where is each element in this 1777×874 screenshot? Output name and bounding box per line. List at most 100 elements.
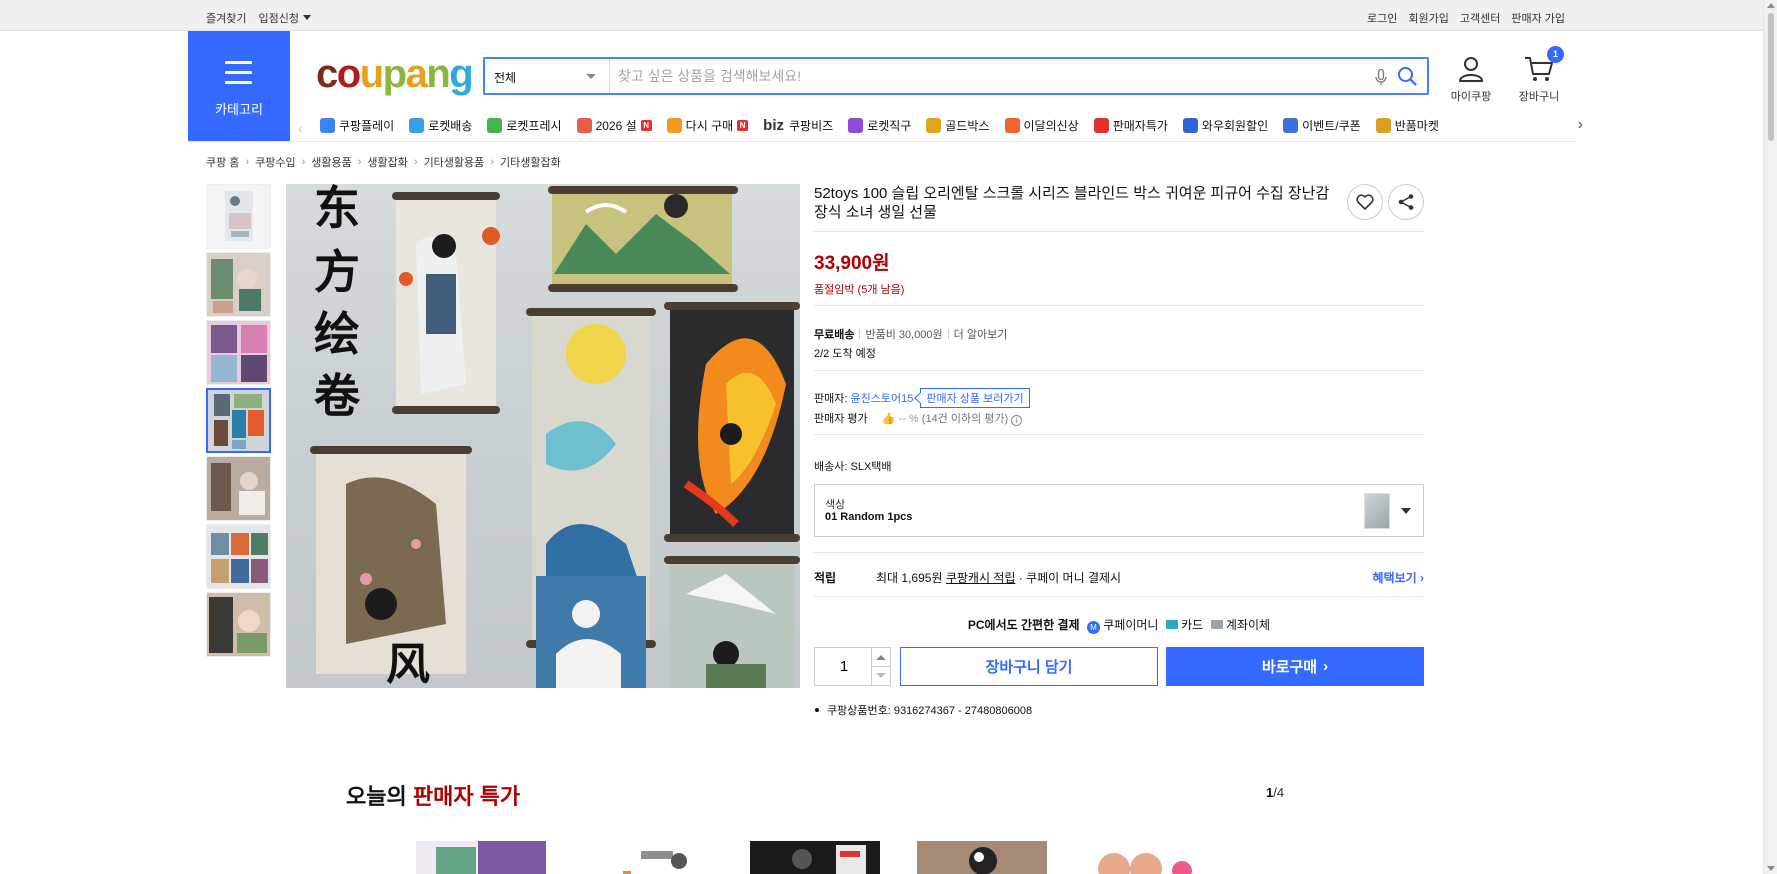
product-thumbnail[interactable] <box>206 252 271 317</box>
user-icon <box>1459 57 1483 82</box>
cart-button[interactable]: 1 장바구니 <box>1515 46 1564 104</box>
quantity-decrease-icon[interactable] <box>876 673 886 678</box>
price-divider <box>814 305 1424 306</box>
mycoupang-button[interactable]: 마이쿠팡 <box>1449 55 1493 104</box>
page-scrollbar[interactable] <box>1763 0 1777 874</box>
deals-pager: 1/4 <box>1266 785 1284 800</box>
quick-menu-nav: ‹ 쿠팡플레이 로켓배송 로켓프레시 2026 설 N 다시 구매 N biz 쿠팡비즈 로켓직구… <box>295 114 1583 138</box>
product-main-image[interactable]: 东 方 绘 卷 风 <box>286 184 800 688</box>
product-thumbnail[interactable] <box>206 592 271 657</box>
breadcrumb-item[interactable]: 생활잡화 <box>367 154 407 170</box>
coupang-cash-link[interactable]: 쿠팡캐시 적립 <box>946 571 1016 585</box>
nav-item[interactable]: 로켓프레시 <box>487 117 562 134</box>
search-input[interactable] <box>618 59 1318 93</box>
benefit-link[interactable]: 혜택보기 › <box>1372 569 1424 586</box>
svg-text:卷: 卷 <box>314 369 361 423</box>
breadcrumb-item[interactable]: 생활용품 <box>311 154 351 170</box>
breadcrumb-item[interactable]: 기타생활용품 <box>424 154 485 170</box>
seller-signup-link[interactable]: 판매자 가입 <box>1511 10 1565 26</box>
nav-item-label: 반품마켓 <box>1394 119 1439 133</box>
product-thumbnail[interactable] <box>206 184 271 249</box>
breadcrumb: 쿠팡 홈 › 쿠팡수입 › 생활용품 › 생활잡화 › 기타생활용품 › 기타생활잡화 <box>206 154 561 170</box>
quantity-stepper <box>814 647 891 686</box>
nav-item[interactable]: 판매자특가 <box>1093 117 1168 134</box>
login-link[interactable]: 로그인 <box>1367 10 1397 26</box>
seller-products-button[interactable]: 판매자 상품 보러가기 <box>920 388 1030 408</box>
nav-item[interactable]: 이벤트/쿠폰 <box>1283 117 1361 134</box>
breadcrumb-item-home[interactable]: 쿠팡 홈 <box>206 154 239 170</box>
nav-item[interactable]: 이달의신상 <box>1004 117 1079 134</box>
chevron-left-icon[interactable]: ‹ <box>298 120 303 136</box>
nav-item[interactable]: 골드박스 <box>926 117 990 134</box>
nav-item[interactable]: 로켓직구 <box>848 117 911 134</box>
search-icon[interactable] <box>1397 66 1417 86</box>
seller-rating-row: 판매자 평가 👍 -- % (14건 이하의 평가) i <box>814 410 1023 426</box>
customer-center-link[interactable]: 고객센터 <box>1460 10 1500 26</box>
scroll-down-arrow-icon[interactable] <box>1767 866 1775 871</box>
buy-now-button[interactable]: 바로구매 › <box>1166 647 1424 686</box>
quantity-input[interactable] <box>815 648 873 685</box>
seller-name-link[interactable]: 윤진스토어15 <box>850 393 913 405</box>
bookmark-link[interactable]: 즐겨찾기 <box>206 10 246 26</box>
quantity-increase-icon[interactable] <box>876 655 886 660</box>
arrival-date: 2/2 도착 예정 <box>814 348 876 360</box>
product-thumbnail[interactable] <box>206 456 271 521</box>
breadcrumb-item[interactable]: 기타생활잡화 <box>500 154 561 170</box>
seller-row: 판매자: 윤진스토어15 판매자 상품 보러가기 <box>814 388 1030 408</box>
option-value: 01 Random 1pcs <box>825 511 913 523</box>
heart-icon <box>1356 194 1374 210</box>
add-to-cart-button[interactable]: 장바구니 담기 <box>900 647 1158 686</box>
chevron-right-icon: › <box>413 156 418 168</box>
search-scope-select[interactable]: 전체 <box>485 59 610 93</box>
product-thumbnail-selected[interactable] <box>206 388 271 453</box>
deal-item[interactable] <box>583 841 713 874</box>
option-select[interactable]: 색상 01 Random 1pcs <box>814 484 1424 537</box>
chevron-right-icon[interactable]: › <box>1578 116 1583 134</box>
signup-link[interactable]: 회원가입 <box>1408 10 1448 26</box>
info-icon[interactable]: i <box>1011 415 1023 426</box>
deal-item[interactable] <box>1084 841 1214 874</box>
scroll-up-arrow-icon[interactable] <box>1767 3 1775 8</box>
nav-item[interactable]: 로켓배송 <box>409 117 472 134</box>
return-market-icon <box>1375 118 1391 133</box>
nav-item-label: 로켓배송 <box>428 119 473 133</box>
product-thumbnail[interactable] <box>206 320 271 385</box>
payment-row: PC에서도 간편한 결제 M 쿠페이머니 카드 계좌이체 <box>814 616 1424 634</box>
wow-icon <box>1182 118 1198 133</box>
seller-apply-dropdown[interactable]: 입점신청 <box>258 10 311 26</box>
nav-item[interactable]: 쿠팡플레이 <box>320 117 394 134</box>
return-fee: 반품비 30,000원 <box>865 329 943 341</box>
product-thumbnail[interactable] <box>206 524 271 589</box>
deal-item[interactable] <box>416 841 546 874</box>
wishlist-button[interactable] <box>1347 184 1383 220</box>
reorder-icon <box>666 118 682 133</box>
carrier-row: 배송사: SLX택배 <box>814 458 892 474</box>
deal-item[interactable] <box>917 841 1047 874</box>
nav-item[interactable]: 반품마켓 <box>1375 117 1439 134</box>
product-title: 52toys 100 슬립 오리엔탈 스크롤 시리즈 블라인드 박스 귀여운 피… <box>814 185 1330 221</box>
pager-total: /4 <box>1273 785 1285 800</box>
chevron-right-icon: › <box>301 156 306 168</box>
rocket-icon <box>409 118 425 133</box>
chevron-right-icon: › <box>490 156 494 168</box>
deal-item[interactable] <box>750 841 880 874</box>
option-divider <box>814 552 1424 553</box>
reward-divider <box>814 596 1424 597</box>
nav-item[interactable]: biz 쿠팡비즈 <box>763 117 833 134</box>
scrollbar-thumb[interactable] <box>1767 12 1775 142</box>
category-menu-button[interactable]: 카테고리 <box>188 31 290 142</box>
gift-icon <box>576 118 592 133</box>
microphone-icon[interactable] <box>1375 69 1387 86</box>
learn-more-link[interactable]: 더 알아보기 <box>954 329 1008 341</box>
payment-method-bank: 계좌이체 <box>1225 618 1271 632</box>
nav-item[interactable]: 와우회원할인 <box>1182 117 1268 134</box>
carrier-label: 배송사: <box>814 461 848 473</box>
nav-item[interactable]: 다시 구매 N <box>666 117 749 134</box>
share-button[interactable] <box>1388 184 1424 220</box>
coupay-icon: M <box>1086 621 1100 634</box>
chevron-down-icon <box>1401 508 1411 514</box>
breadcrumb-item[interactable]: 쿠팡수입 <box>255 154 295 170</box>
nav-item[interactable]: 2026 설N <box>576 117 652 134</box>
deals-row <box>416 841 1214 874</box>
coupang-logo[interactable]: coupang <box>316 52 474 97</box>
